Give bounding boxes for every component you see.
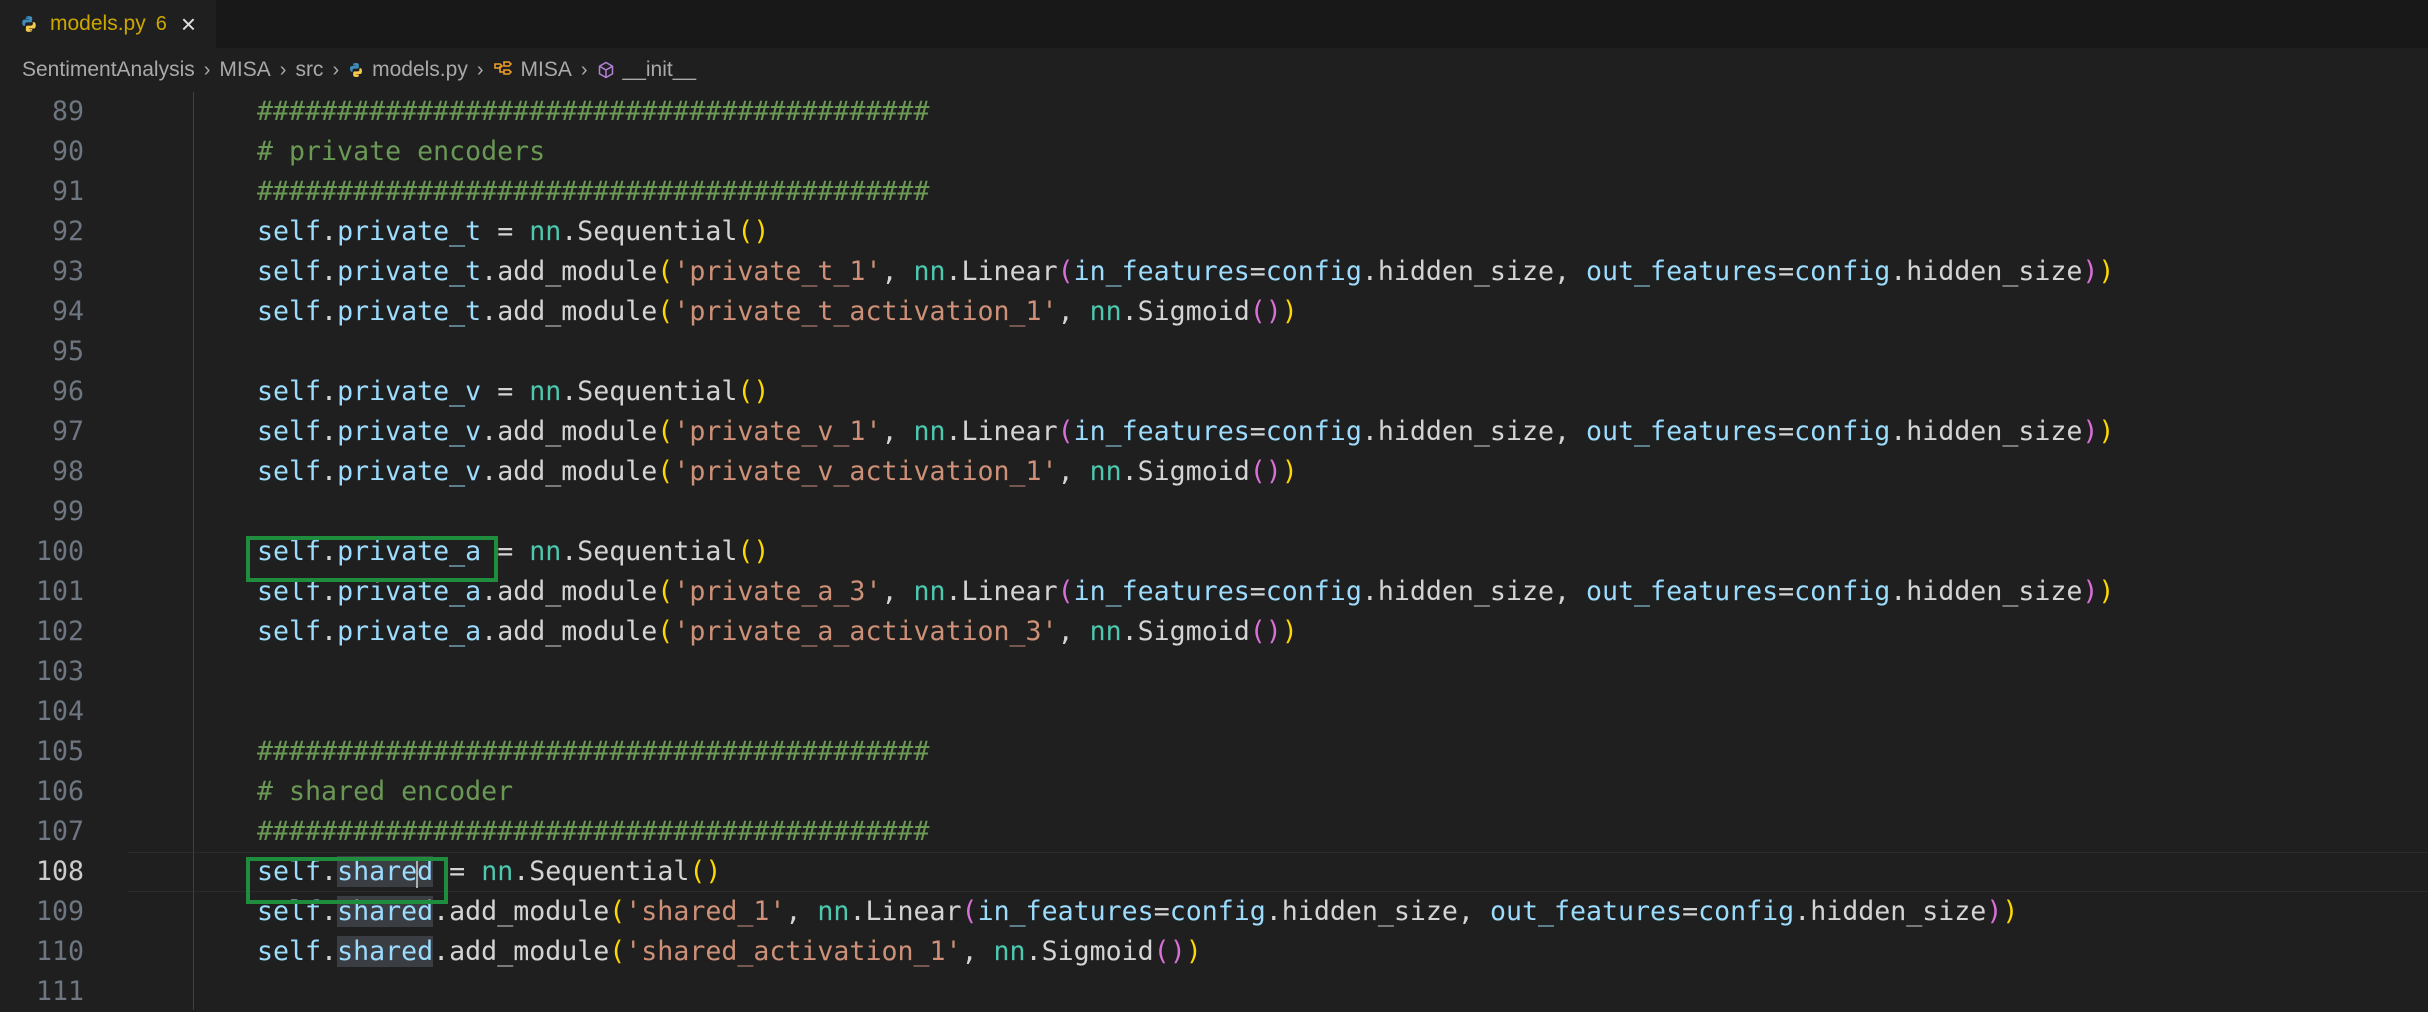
code-text: # shared encoder — [257, 776, 514, 807]
chevron-right-icon: › — [279, 58, 287, 81]
code-line[interactable]: 105 ####################################… — [0, 732, 2428, 772]
indent-guide — [193, 92, 194, 1010]
line-number: 110 — [35, 936, 84, 967]
code-line[interactable]: 96 self.private_v = nn.Sequential() — [0, 372, 2428, 412]
code-line[interactable]: 106 # shared encoder — [0, 772, 2428, 812]
line-number: 90 — [51, 136, 84, 167]
code-text: ########################################… — [257, 816, 930, 847]
code-line[interactable]: 104 — [0, 692, 2428, 732]
line-number: 109 — [35, 896, 84, 927]
breadcrumb-item-src[interactable]: src — [295, 58, 323, 82]
line-number: 99 — [51, 496, 84, 527]
line-number: 108 — [35, 856, 84, 887]
line-number: 89 — [51, 96, 84, 127]
line-number: 111 — [35, 976, 84, 1007]
code-line[interactable]: 91 #####################################… — [0, 172, 2428, 212]
breadcrumb-item-sentimentanalysis[interactable]: SentimentAnalysis — [22, 58, 195, 82]
line-number: 107 — [35, 816, 84, 847]
code-text: self.private_t.add_module('private_t_act… — [257, 296, 1298, 327]
line-number: 101 — [35, 576, 84, 607]
line-number: 92 — [51, 216, 84, 247]
annotation-box-shared — [246, 857, 448, 904]
tab-file-name: models.py — [50, 12, 146, 35]
tab-models-py[interactable]: models.py 6 × — [0, 0, 216, 48]
tab-bar: models.py 6 × — [0, 0, 2428, 48]
chevron-right-icon: › — [203, 58, 211, 81]
code-text: self.private_v = nn.Sequential() — [257, 376, 770, 407]
tab-problem-count: 6 — [155, 12, 167, 35]
line-number: 94 — [51, 296, 84, 327]
code-line[interactable]: 103 — [0, 652, 2428, 692]
code-line[interactable]: 110 self.shared.add_module('shared_activ… — [0, 932, 2428, 972]
code-line[interactable]: 111 — [0, 972, 2428, 1012]
code-text: self.private_t.add_module('private_t_1',… — [257, 256, 2115, 287]
code-text: ########################################… — [257, 176, 930, 207]
code-text: self.shared.add_module('shared_1', nn.Li… — [257, 896, 2019, 927]
line-number: 98 — [51, 456, 84, 487]
code-line[interactable]: 99 — [0, 492, 2428, 532]
line-number: 97 — [51, 416, 84, 447]
line-number: 103 — [35, 656, 84, 687]
line-number: 102 — [35, 616, 84, 647]
code-line[interactable]: 95 — [0, 332, 2428, 372]
code-text: self.private_a.add_module('private_a_act… — [257, 616, 1298, 647]
code-text: self.private_a.add_module('private_a_3',… — [257, 576, 2115, 607]
code-line[interactable]: 92 self.private_t = nn.Sequential() — [0, 212, 2428, 252]
breadcrumb-item-misa-class[interactable]: MISA — [521, 58, 572, 82]
chevron-right-icon: › — [476, 58, 484, 81]
code-line[interactable]: 97 self.private_v.add_module('private_v_… — [0, 412, 2428, 452]
line-number: 105 — [35, 736, 84, 767]
breadcrumb-item-misa-folder[interactable]: MISA — [219, 58, 270, 82]
line-number: 93 — [51, 256, 84, 287]
python-file-icon — [350, 63, 363, 77]
chevron-right-icon: › — [332, 58, 340, 81]
chevron-right-icon: › — [580, 58, 588, 81]
close-icon[interactable]: × — [181, 11, 196, 37]
code-line[interactable]: 94 self.private_t.add_module('private_t_… — [0, 292, 2428, 332]
code-line[interactable]: 90 # private encoders — [0, 132, 2428, 172]
line-number: 95 — [51, 336, 84, 367]
code-line[interactable]: 89 #####################################… — [0, 92, 2428, 132]
code-text: self.private_v.add_module('private_v_act… — [257, 456, 1298, 487]
code-text: ########################################… — [257, 736, 930, 767]
code-text: self.shared.add_module('shared_activatio… — [257, 936, 1202, 967]
python-file-icon — [22, 16, 36, 32]
code-line[interactable]: 93 self.private_t.add_module('private_t_… — [0, 252, 2428, 292]
code-line[interactable]: 107 ####################################… — [0, 812, 2428, 852]
code-line[interactable]: 98 self.private_v.add_module('private_v_… — [0, 452, 2428, 492]
class-icon — [493, 61, 512, 75]
breadcrumb-item-init[interactable]: __init__ — [623, 58, 697, 82]
annotation-box-private-a — [246, 536, 498, 582]
line-number: 96 — [51, 376, 84, 407]
code-line[interactable]: 102 self.private_a.add_module('private_a… — [0, 612, 2428, 652]
line-number: 106 — [35, 776, 84, 807]
code-text: self.private_v.add_module('private_v_1',… — [257, 416, 2115, 447]
code-text: ########################################… — [257, 96, 930, 127]
method-icon — [598, 61, 613, 79]
line-number: 104 — [35, 696, 84, 727]
line-number: 91 — [51, 176, 84, 207]
code-text: self.private_t = nn.Sequential() — [257, 216, 770, 247]
breadcrumb: SentimentAnalysis › MISA › src › models.… — [0, 48, 2428, 92]
breadcrumb-item-models-py[interactable]: models.py — [372, 58, 468, 82]
line-number: 100 — [35, 536, 84, 567]
code-text: # private encoders — [257, 136, 546, 167]
